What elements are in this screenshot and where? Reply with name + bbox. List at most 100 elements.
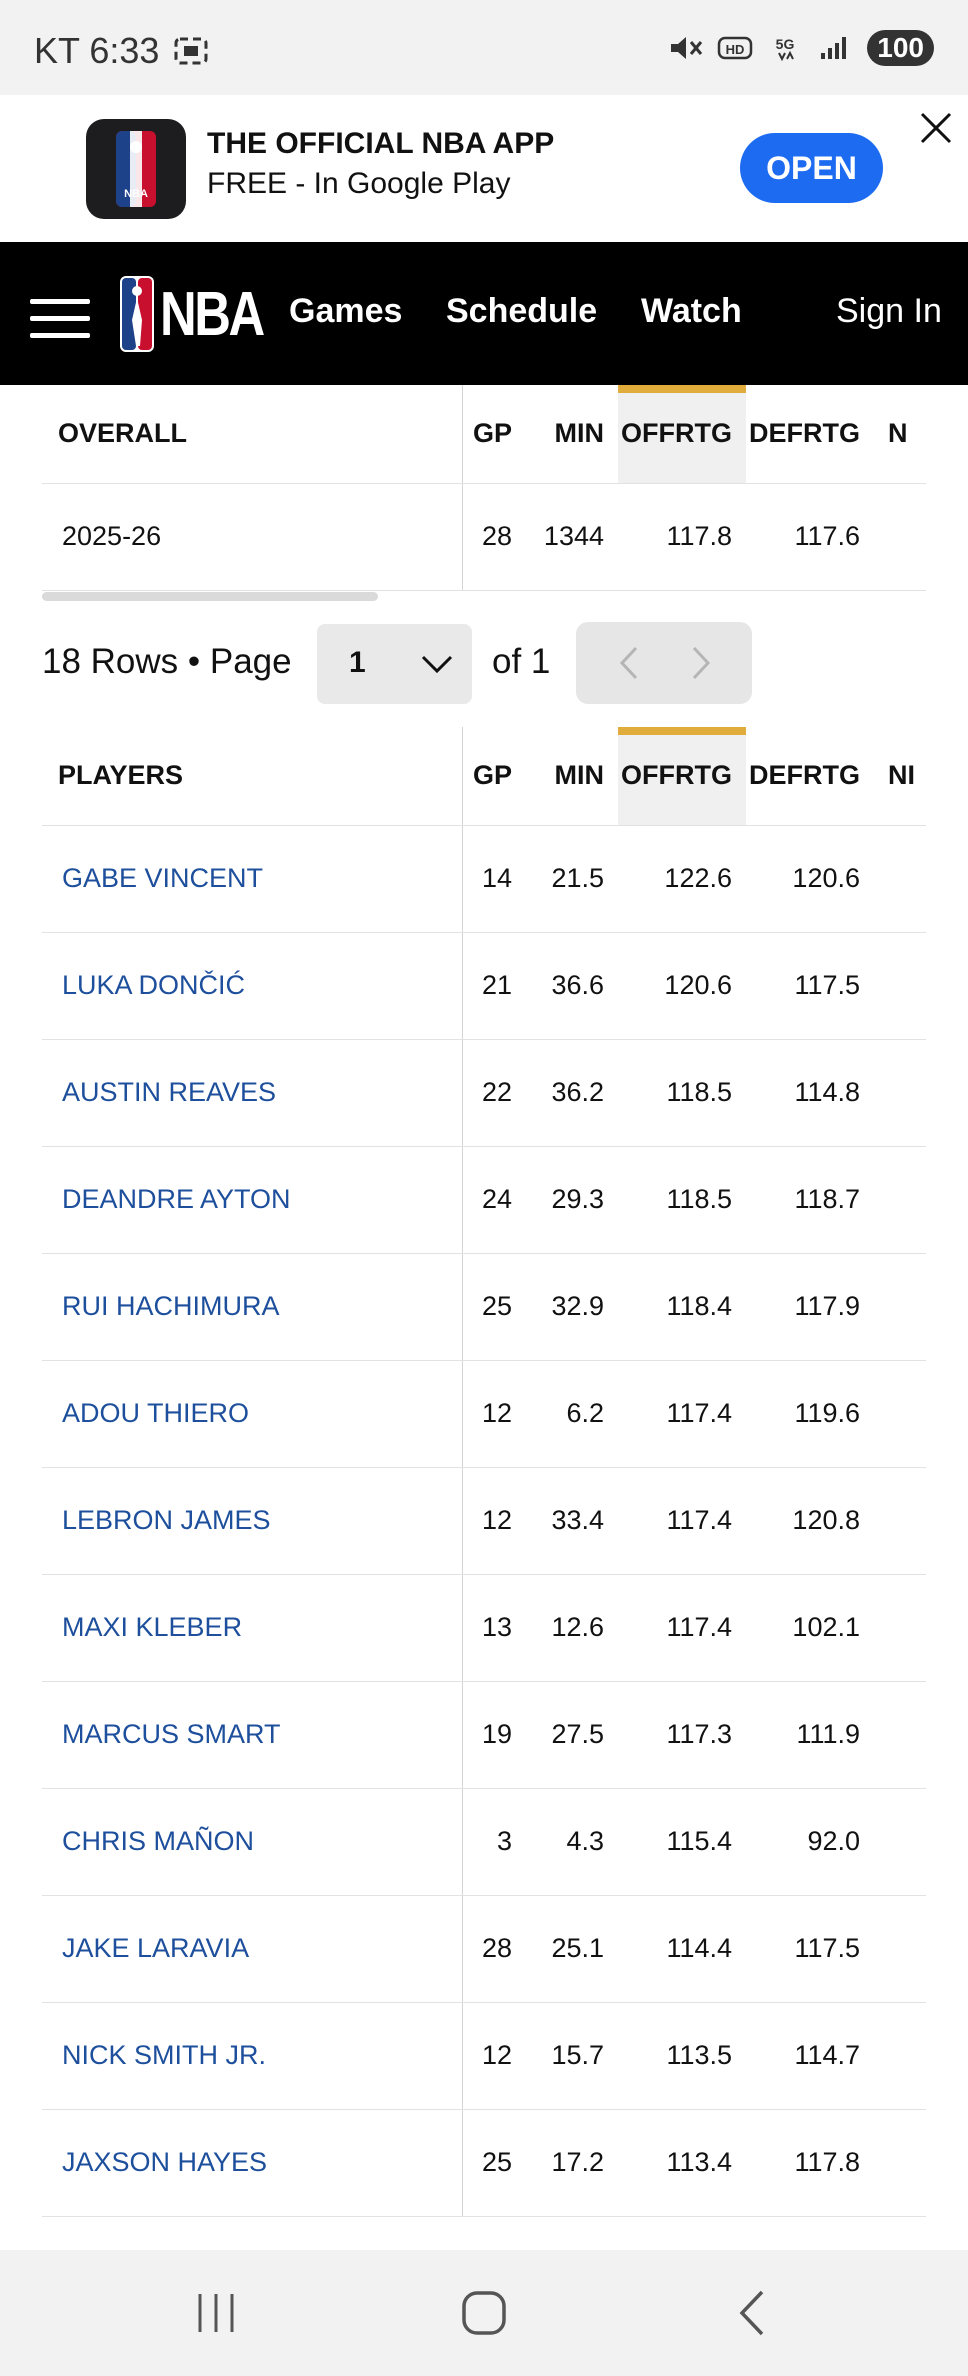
player-link[interactable]: MARCUS SMART bbox=[62, 1719, 281, 1749]
player-link[interactable]: ADOU THIERO bbox=[62, 1398, 249, 1428]
season-cell: 2025-26 bbox=[42, 483, 463, 591]
table-row: AUSTIN REAVES 22 36.2 118.5 114.8 bbox=[42, 1039, 926, 1147]
netrtg-cell bbox=[874, 1788, 926, 1896]
gp-header[interactable]: GP bbox=[462, 727, 526, 826]
player-link[interactable]: NICK SMITH JR. bbox=[62, 2040, 266, 2070]
offrtg-cell: 118.5 bbox=[618, 1146, 746, 1254]
defrtg-cell: 117.8 bbox=[746, 2109, 874, 2217]
defrtg-cell: 92.0 bbox=[746, 1788, 874, 1896]
page-of-label: of 1 bbox=[492, 642, 551, 681]
min-cell: 29.3 bbox=[526, 1146, 618, 1254]
table-row: GABE VINCENT 14 21.5 122.6 120.6 bbox=[42, 825, 926, 933]
sign-in-link[interactable]: Sign In bbox=[836, 292, 942, 331]
offrtg-header[interactable]: OFFRTG bbox=[618, 385, 746, 484]
nba-logo[interactable]: NBA bbox=[120, 276, 285, 352]
hamburger-menu-icon[interactable] bbox=[30, 299, 90, 343]
previous-page-icon[interactable] bbox=[612, 644, 648, 682]
offrtg-cell: 117.4 bbox=[618, 1360, 746, 1468]
gp-cell: 22 bbox=[462, 1039, 526, 1147]
player-link[interactable]: JAXSON HAYES bbox=[62, 2147, 267, 2177]
table-row: CHRIS MAÑON 3 4.3 115.4 92.0 bbox=[42, 1788, 926, 1896]
defrtg-cell: 117.6 bbox=[746, 483, 874, 591]
player-link[interactable]: MAXI KLEBER bbox=[62, 1612, 242, 1642]
nav-games-link[interactable]: Games bbox=[289, 292, 402, 331]
defrtg-cell: 120.8 bbox=[746, 1467, 874, 1575]
offrtg-cell: 114.4 bbox=[618, 1895, 746, 2003]
svg-text:HD: HD bbox=[726, 42, 745, 57]
defrtg-cell: 117.9 bbox=[746, 1253, 874, 1361]
app-banner-subtitle: FREE - In Google Play bbox=[207, 167, 511, 200]
player-name-cell: JAKE LARAVIA bbox=[42, 1895, 463, 2003]
screenshot-icon bbox=[174, 37, 208, 65]
home-icon[interactable] bbox=[454, 2288, 514, 2338]
nav-watch-link[interactable]: Watch bbox=[641, 292, 742, 331]
battery-indicator: 100 bbox=[867, 30, 934, 66]
min-cell: 25.1 bbox=[526, 1895, 618, 2003]
signal-icon bbox=[821, 37, 847, 59]
gp-header[interactable]: GP bbox=[462, 385, 526, 484]
defrtg-header[interactable]: DEFRTG bbox=[746, 385, 874, 484]
player-link[interactable]: LUKA DONČIĆ bbox=[62, 970, 245, 1000]
status-time: KT 6:33 bbox=[34, 30, 160, 71]
player-name-cell: ADOU THIERO bbox=[42, 1360, 463, 1468]
gp-cell: 28 bbox=[462, 1895, 526, 2003]
overall-table: OVERALL GP MIN OFFRTG DEFRTG N 2025-26 2… bbox=[42, 385, 926, 591]
netrtg-header[interactable]: NI bbox=[874, 727, 926, 826]
player-link[interactable]: LEBRON JAMES bbox=[62, 1505, 271, 1535]
nba-wordmark: NBA bbox=[160, 279, 265, 349]
open-app-button[interactable]: OPEN bbox=[740, 133, 883, 203]
player-link[interactable]: DEANDRE AYTON bbox=[62, 1184, 291, 1214]
svg-text:5G: 5G bbox=[776, 36, 795, 52]
players-table-body: GABE VINCENT 14 21.5 122.6 120.6 LUKA DONČIĆ 2… bbox=[42, 825, 926, 2217]
player-name-cell: RUI HACHIMURA bbox=[42, 1253, 463, 1361]
overall-table-container[interactable]: OVERALL GP MIN OFFRTG DEFRTG N 2025-26 2… bbox=[42, 385, 926, 591]
min-cell: 12.6 bbox=[526, 1574, 618, 1682]
recent-apps-icon[interactable] bbox=[186, 2288, 246, 2338]
player-name-cell: NICK SMITH JR. bbox=[42, 2002, 463, 2110]
close-banner-icon[interactable] bbox=[916, 108, 956, 148]
defrtg-cell: 114.7 bbox=[746, 2002, 874, 2110]
player-link[interactable]: GABE VINCENT bbox=[62, 863, 263, 893]
offrtg-cell: 122.6 bbox=[618, 825, 746, 933]
players-table-container[interactable]: PLAYERS GP MIN OFFRTG DEFRTG NI GABE VIN… bbox=[42, 727, 926, 2250]
offrtg-cell: 113.5 bbox=[618, 2002, 746, 2110]
players-header: PLAYERS bbox=[42, 727, 463, 826]
table-row: JAKE LARAVIA 28 25.1 114.4 117.5 bbox=[42, 1895, 926, 2003]
player-link[interactable]: RUI HACHIMURA bbox=[62, 1291, 280, 1321]
page-nav-buttons bbox=[576, 622, 752, 704]
netrtg-cell bbox=[874, 1895, 926, 2003]
app-banner-text: THE OFFICIAL NBA APP FREE - In Google Pl… bbox=[207, 127, 554, 201]
player-link[interactable]: CHRIS MAÑON bbox=[62, 1826, 254, 1856]
netrtg-cell bbox=[874, 2002, 926, 2110]
min-header[interactable]: MIN bbox=[526, 727, 618, 826]
player-name-cell: LUKA DONČIĆ bbox=[42, 932, 463, 1040]
defrtg-header[interactable]: DEFRTG bbox=[746, 727, 874, 826]
min-header[interactable]: MIN bbox=[526, 385, 618, 484]
defrtg-cell: 119.6 bbox=[746, 1360, 874, 1468]
nav-schedule-link[interactable]: Schedule bbox=[446, 292, 597, 331]
min-cell: 4.3 bbox=[526, 1788, 618, 1896]
players-header-row: PLAYERS GP MIN OFFRTG DEFRTG NI bbox=[42, 727, 926, 826]
table-row: JAXSON HAYES 25 17.2 113.4 117.8 bbox=[42, 2109, 926, 2217]
horizontal-scrollbar[interactable] bbox=[42, 592, 378, 601]
gp-cell: 3 bbox=[462, 1788, 526, 1896]
player-link[interactable]: JAKE LARAVIA bbox=[62, 1933, 249, 1963]
min-cell: 33.4 bbox=[526, 1467, 618, 1575]
defrtg-cell: 102.1 bbox=[746, 1574, 874, 1682]
netrtg-cell bbox=[874, 483, 926, 591]
players-table: PLAYERS GP MIN OFFRTG DEFRTG NI GABE VIN… bbox=[42, 727, 926, 2217]
back-icon[interactable] bbox=[724, 2288, 784, 2338]
player-link[interactable]: AUSTIN REAVES bbox=[62, 1077, 276, 1107]
netrtg-header[interactable]: N bbox=[874, 385, 926, 484]
gp-cell: 25 bbox=[462, 2109, 526, 2217]
android-nav-bar bbox=[0, 2250, 968, 2376]
next-page-icon[interactable] bbox=[682, 644, 718, 682]
offrtg-cell: 117.3 bbox=[618, 1681, 746, 1789]
defrtg-cell: 111.9 bbox=[746, 1681, 874, 1789]
netrtg-cell bbox=[874, 1467, 926, 1575]
min-cell: 17.2 bbox=[526, 2109, 618, 2217]
mute-icon bbox=[671, 37, 703, 59]
nba-app-logo: NBA bbox=[86, 119, 186, 219]
offrtg-header[interactable]: OFFRTG bbox=[618, 727, 746, 826]
page-select[interactable]: 1 bbox=[317, 624, 472, 704]
